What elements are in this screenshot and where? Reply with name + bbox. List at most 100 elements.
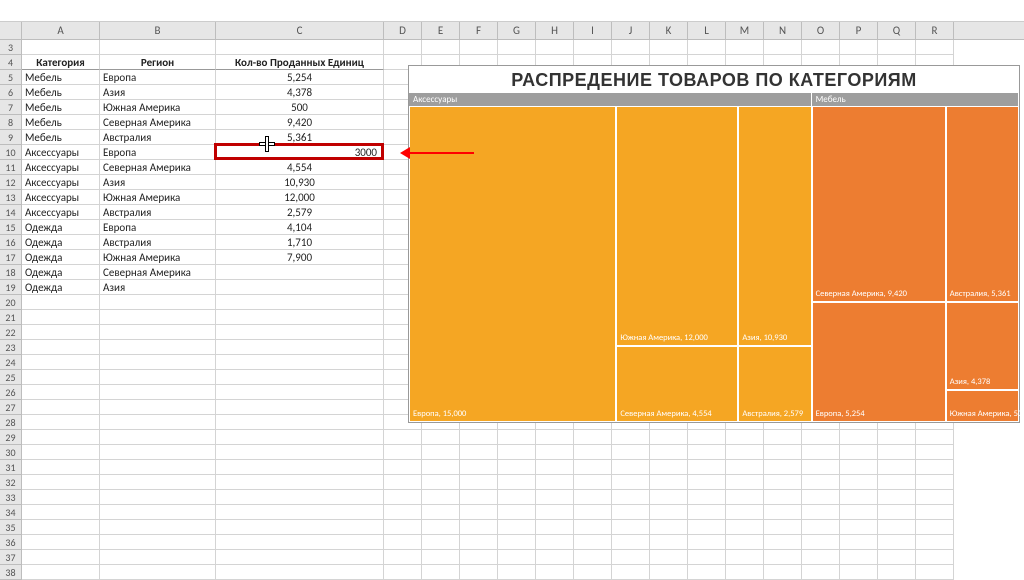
cell-B7[interactable]: Южная Америка — [100, 100, 216, 115]
cell-M35[interactable] — [726, 520, 764, 535]
row-header-19[interactable]: 19 — [0, 280, 22, 295]
row-header-23[interactable]: 23 — [0, 340, 22, 355]
cell-M29[interactable] — [726, 430, 764, 445]
cell-R35[interactable] — [916, 520, 954, 535]
cell-D32[interactable] — [384, 475, 422, 490]
cell-E35[interactable] — [422, 520, 460, 535]
cell-P30[interactable] — [840, 445, 878, 460]
row-header-36[interactable]: 36 — [0, 535, 22, 550]
cell-B34[interactable] — [100, 505, 216, 520]
row-header-12[interactable]: 12 — [0, 175, 22, 190]
cell-K31[interactable] — [650, 460, 688, 475]
row-header-24[interactable]: 24 — [0, 355, 22, 370]
cell-N31[interactable] — [764, 460, 802, 475]
cell-H37[interactable] — [536, 550, 574, 565]
cell-P34[interactable] — [840, 505, 878, 520]
cell-B30[interactable] — [100, 445, 216, 460]
cell-R31[interactable] — [916, 460, 954, 475]
cell-A10[interactable]: Аксессуары — [22, 145, 100, 160]
cell-H35[interactable] — [536, 520, 574, 535]
cell-A25[interactable] — [22, 370, 100, 385]
cell-B9[interactable]: Австралия — [100, 130, 216, 145]
cell-B17[interactable]: Южная Америка — [100, 250, 216, 265]
cell-M36[interactable] — [726, 535, 764, 550]
treemap-chart[interactable]: РАСПРЕДЕНИЕ ТОВАРОВ ПО КАТЕГОРИЯМ Аксесс… — [408, 65, 1020, 423]
cell-C30[interactable] — [216, 445, 384, 460]
cell-G36[interactable] — [498, 535, 536, 550]
tile-Мебель-Азия[interactable]: Азия, 4,378 — [946, 302, 1019, 390]
row-header-4[interactable]: 4 — [0, 55, 22, 70]
cell-Q31[interactable] — [878, 460, 916, 475]
cell-A29[interactable] — [22, 430, 100, 445]
cell-D30[interactable] — [384, 445, 422, 460]
cell-P35[interactable] — [840, 520, 878, 535]
cell-C16[interactable]: 1,710 — [216, 235, 384, 250]
cell-A30[interactable] — [22, 445, 100, 460]
col-header-Q[interactable]: Q — [878, 22, 916, 39]
cell-K34[interactable] — [650, 505, 688, 520]
cell-Q29[interactable] — [878, 430, 916, 445]
cell-F35[interactable] — [460, 520, 498, 535]
row-header-35[interactable]: 35 — [0, 520, 22, 535]
cell-G37[interactable] — [498, 550, 536, 565]
cell-C24[interactable] — [216, 355, 384, 370]
cell-M30[interactable] — [726, 445, 764, 460]
row-header-5[interactable]: 5 — [0, 70, 22, 85]
row-header-28[interactable]: 28 — [0, 415, 22, 430]
cell-K32[interactable] — [650, 475, 688, 490]
row-header-15[interactable]: 15 — [0, 220, 22, 235]
cell-A33[interactable] — [22, 490, 100, 505]
cell-A37[interactable] — [22, 550, 100, 565]
cell-A4[interactable]: Категория — [22, 55, 100, 70]
cell-G34[interactable] — [498, 505, 536, 520]
row-header-25[interactable]: 25 — [0, 370, 22, 385]
cell-I36[interactable] — [574, 535, 612, 550]
col-header-K[interactable]: K — [650, 22, 688, 39]
row-header-17[interactable]: 17 — [0, 250, 22, 265]
cell-K38[interactable] — [650, 565, 688, 580]
cell-B16[interactable]: Австралия — [100, 235, 216, 250]
tile-Мебель-Европа[interactable]: Европа, 5,254 — [812, 302, 946, 422]
cell-L33[interactable] — [688, 490, 726, 505]
tile-Аксессуары-Северная Америка[interactable]: Северная Америка, 4,554 — [616, 346, 738, 422]
cell-N3[interactable] — [764, 40, 802, 55]
tile-Мебель-Северная Америка[interactable]: Северная Америка, 9,420 — [812, 106, 946, 302]
cell-C35[interactable] — [216, 520, 384, 535]
cell-I37[interactable] — [574, 550, 612, 565]
cell-N34[interactable] — [764, 505, 802, 520]
cell-R32[interactable] — [916, 475, 954, 490]
cell-C8[interactable]: 9,420 — [216, 115, 384, 130]
cell-L29[interactable] — [688, 430, 726, 445]
row-header-7[interactable]: 7 — [0, 100, 22, 115]
cell-R33[interactable] — [916, 490, 954, 505]
cell-A9[interactable]: Мебель — [22, 130, 100, 145]
cell-B4[interactable]: Регион — [100, 55, 216, 70]
cell-B5[interactable]: Европа — [100, 70, 216, 85]
cell-M37[interactable] — [726, 550, 764, 565]
cell-E36[interactable] — [422, 535, 460, 550]
cell-B29[interactable] — [100, 430, 216, 445]
cell-B25[interactable] — [100, 370, 216, 385]
cell-D3[interactable] — [384, 40, 422, 55]
cell-D34[interactable] — [384, 505, 422, 520]
cell-B32[interactable] — [100, 475, 216, 490]
cell-L38[interactable] — [688, 565, 726, 580]
cell-C22[interactable] — [216, 325, 384, 340]
cell-A34[interactable] — [22, 505, 100, 520]
cell-I35[interactable] — [574, 520, 612, 535]
col-header-M[interactable]: M — [726, 22, 764, 39]
cell-C5[interactable]: 5,254 — [216, 70, 384, 85]
cell-J31[interactable] — [612, 460, 650, 475]
cell-Q36[interactable] — [878, 535, 916, 550]
cell-B26[interactable] — [100, 385, 216, 400]
cell-A6[interactable]: Мебель — [22, 85, 100, 100]
col-header-F[interactable]: F — [460, 22, 498, 39]
cell-B15[interactable]: Европа — [100, 220, 216, 235]
cell-C20[interactable] — [216, 295, 384, 310]
cell-P3[interactable] — [840, 40, 878, 55]
row-header-38[interactable]: 38 — [0, 565, 22, 580]
cell-E33[interactable] — [422, 490, 460, 505]
cell-G31[interactable] — [498, 460, 536, 475]
cell-E31[interactable] — [422, 460, 460, 475]
cell-G3[interactable] — [498, 40, 536, 55]
